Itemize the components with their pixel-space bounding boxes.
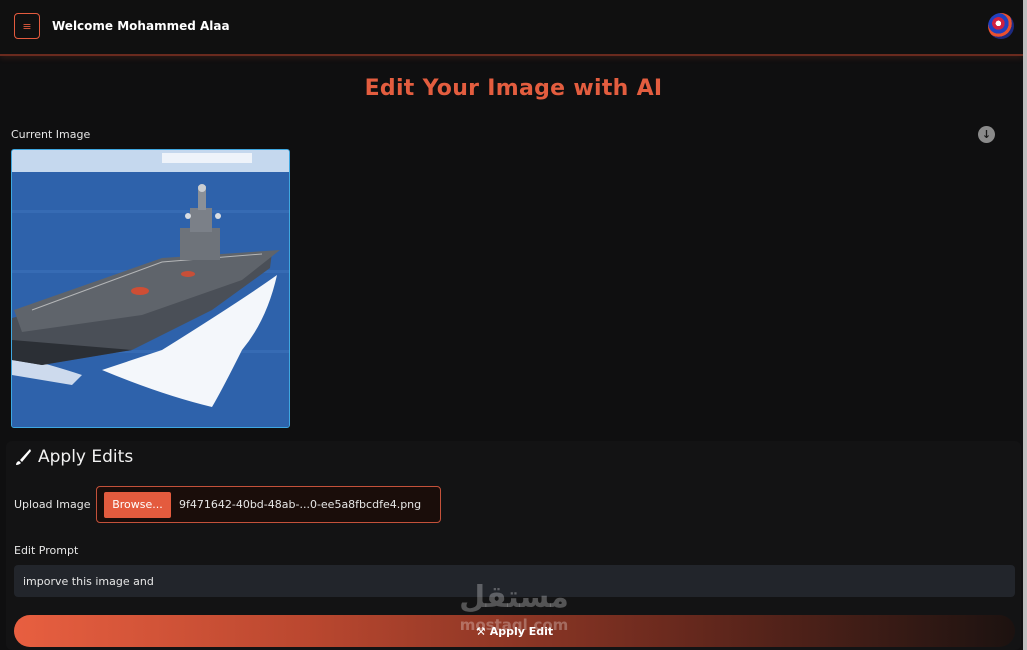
download-icon[interactable]: ↓ xyxy=(978,126,995,143)
edit-prompt-input[interactable] xyxy=(14,565,1015,597)
current-image-label: Current Image xyxy=(11,128,91,141)
top-navbar: ≡ Welcome Mohammed Alaa xyxy=(0,0,1023,56)
logo-icon[interactable] xyxy=(988,13,1014,39)
hammer-icon: ⚒ xyxy=(475,624,486,638)
welcome-text: Welcome Mohammed Alaa xyxy=(52,19,230,33)
apply-edit-button[interactable]: ⚒ Apply Edit xyxy=(14,615,1015,647)
hamburger-icon: ≡ xyxy=(22,19,32,33)
page-title: Edit Your Image with AI xyxy=(364,76,663,101)
apply-edit-label: Apply Edit xyxy=(489,624,554,638)
upload-image-label: Upload Image xyxy=(14,498,91,511)
current-image xyxy=(11,149,290,428)
edit-prompt-label: Edit Prompt xyxy=(14,544,79,557)
selected-file-name: 9f471642-40bd-48ab-...0-ee5a8fbcdfe4.png xyxy=(179,498,422,511)
apply-edits-title: Apply Edits xyxy=(38,447,134,467)
file-input[interactable]: Browse... 9f471642-40bd-48ab-...0-ee5a8f… xyxy=(96,486,441,523)
menu-toggle-button[interactable]: ≡ xyxy=(14,13,40,39)
apply-edits-heading: Apply Edits xyxy=(14,447,133,467)
aircraft-carrier-image xyxy=(12,150,289,427)
brush-icon xyxy=(16,449,31,465)
browse-button[interactable]: Browse... xyxy=(104,492,171,518)
